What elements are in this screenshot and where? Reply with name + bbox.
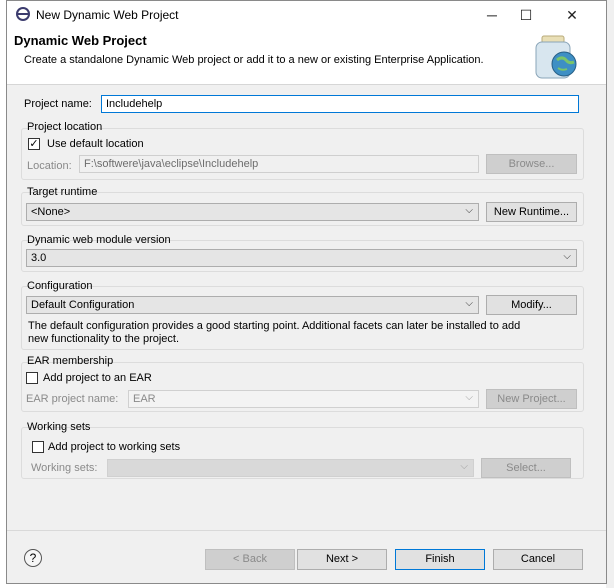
add-to-working-sets-label: Add project to working sets [48, 441, 181, 453]
chevron-down-icon: ⌵ [460, 461, 468, 472]
configuration-title: Configuration [27, 280, 93, 292]
configuration-value: Default Configuration [31, 299, 135, 311]
help-icon[interactable]: ? [24, 549, 42, 567]
back-button[interactable]: < Back [205, 549, 295, 570]
close-button[interactable]: ✕ [550, 1, 594, 29]
target-runtime-value: <None> [31, 206, 71, 218]
configuration-select[interactable]: Default Configuration ⌵ [26, 296, 479, 314]
add-to-ear-checkbox[interactable] [26, 372, 38, 384]
background-window-edge [606, 0, 614, 588]
footer-separator [7, 530, 606, 531]
module-version-select[interactable]: 3.0 ⌵ [26, 249, 577, 267]
project-name-input[interactable]: Includehelp [101, 95, 579, 113]
ear-project-name-select[interactable]: EAR ⌵ [128, 390, 479, 408]
working-sets-label: Working sets: [31, 462, 98, 474]
configuration-description-line1: The default configuration provides a goo… [28, 320, 521, 332]
module-version-value: 3.0 [31, 252, 47, 264]
maximize-button[interactable]: ☐ [504, 1, 548, 29]
ear-project-name-label: EAR project name: [26, 393, 119, 405]
add-to-working-sets-checkbox[interactable] [32, 441, 44, 453]
new-runtime-button[interactable]: New Runtime... [486, 202, 577, 222]
working-sets-select[interactable]: ⌵ [107, 459, 474, 477]
use-default-location-checkbox[interactable]: ✓ [28, 138, 40, 150]
window-title: New Dynamic Web Project [36, 8, 179, 22]
working-sets-title: Working sets [27, 421, 91, 433]
chevron-down-icon: ⌵ [465, 392, 473, 403]
configuration-description-line2: new functionality to the project. [28, 333, 180, 345]
web-project-jar-icon [530, 34, 582, 82]
page-title: Dynamic Web Project [14, 33, 147, 48]
cancel-button[interactable]: Cancel [493, 549, 583, 570]
modify-button[interactable]: Modify... [486, 295, 577, 315]
eclipse-icon [15, 6, 31, 22]
target-runtime-select[interactable]: <None> ⌵ [26, 203, 479, 221]
project-name-label: Project name: [24, 98, 92, 110]
module-version-title: Dynamic web module version [27, 234, 171, 246]
chevron-down-icon: ⌵ [563, 251, 571, 262]
use-default-location-label: Use default location [47, 138, 144, 150]
chevron-down-icon: ⌵ [465, 205, 473, 216]
select-working-sets-button[interactable]: Select... [481, 458, 571, 478]
page-description: Create a standalone Dynamic Web project … [24, 54, 484, 66]
ear-project-name-value: EAR [133, 393, 156, 405]
new-project-button[interactable]: New Project... [486, 389, 577, 409]
next-button[interactable]: Next > [297, 549, 387, 570]
target-runtime-title: Target runtime [27, 186, 98, 198]
add-to-ear-label: Add project to an EAR [43, 372, 152, 384]
finish-button[interactable]: Finish [395, 549, 485, 570]
project-location-title: Project location [27, 121, 103, 133]
ear-membership-title: EAR membership [27, 355, 114, 367]
browse-button[interactable]: Browse... [486, 154, 577, 174]
location-label: Location: [27, 160, 72, 172]
chevron-down-icon: ⌵ [465, 298, 473, 309]
location-input[interactable]: F:\softwere\java\eclipse\Includehelp [79, 155, 479, 173]
